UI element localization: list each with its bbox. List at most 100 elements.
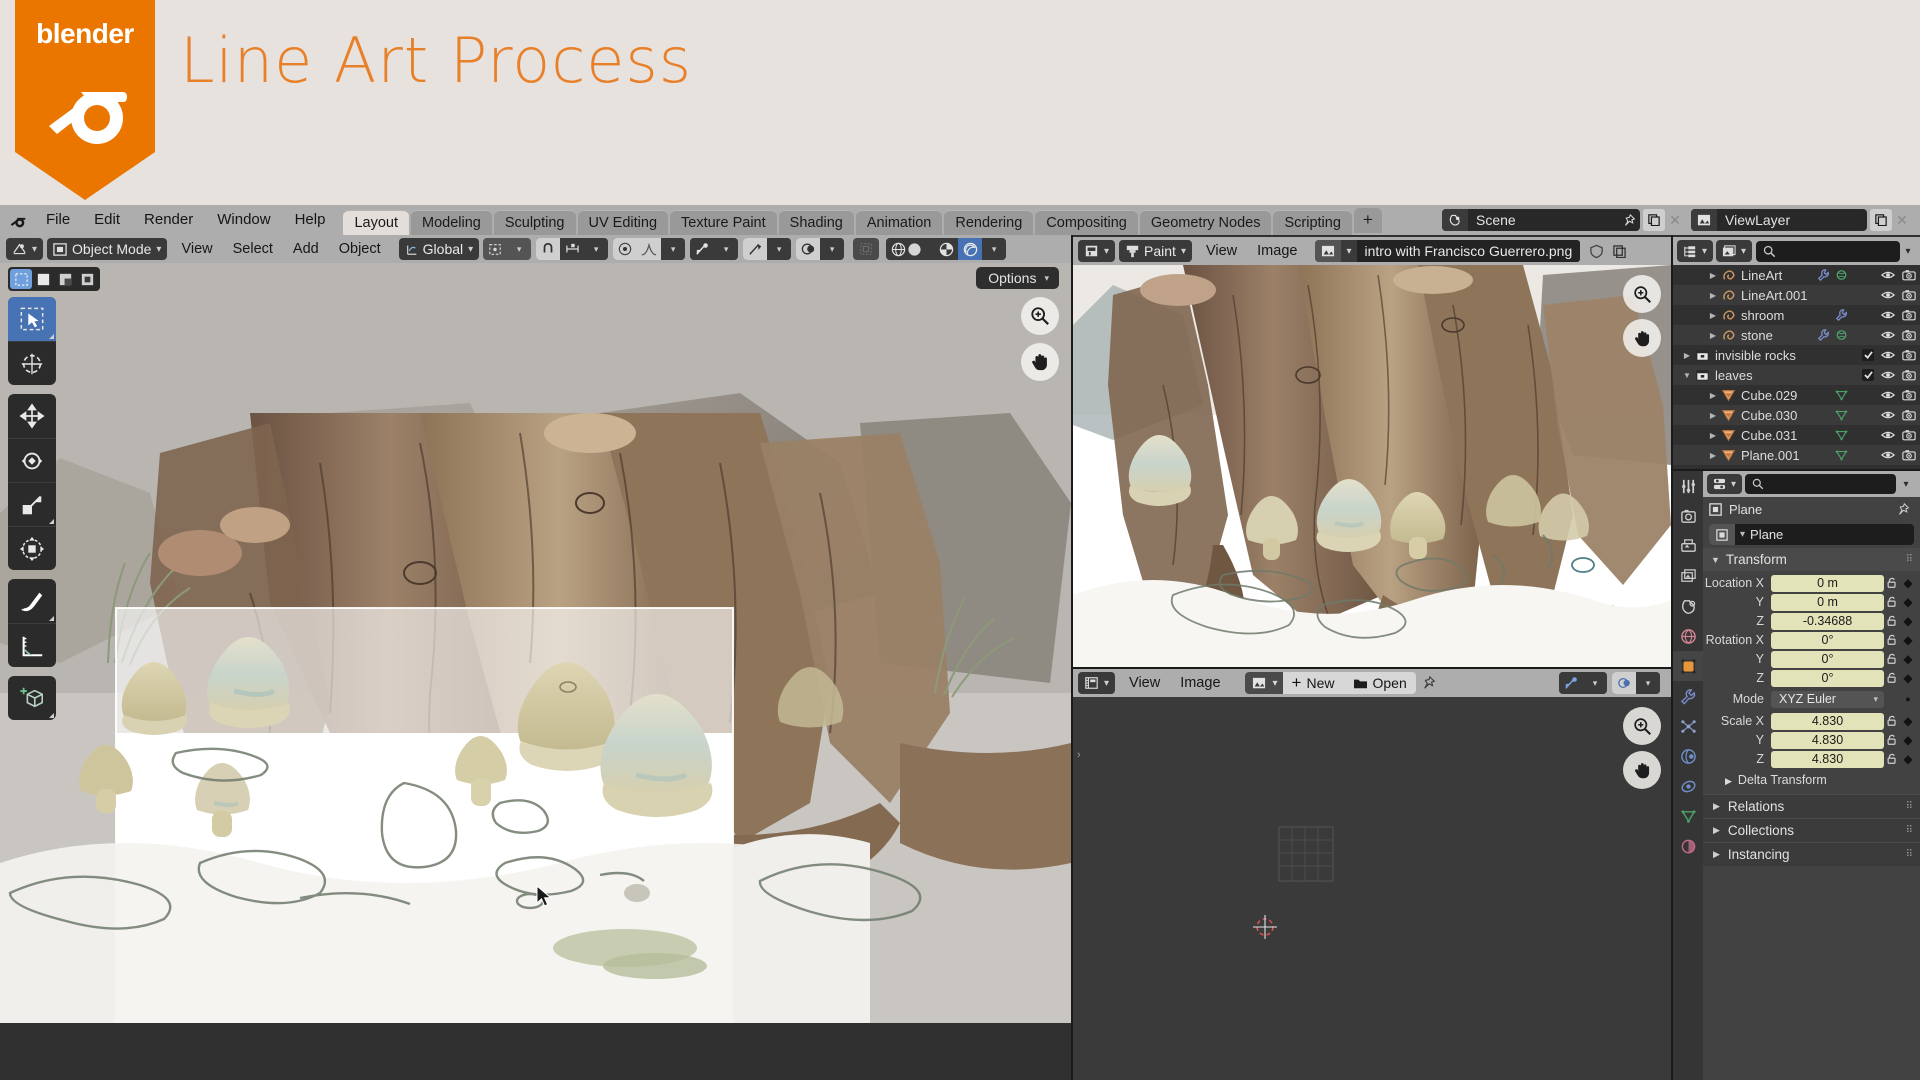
image-name[interactable]: intro with Francisco Guerrero.png xyxy=(1356,240,1581,262)
mesh-data-icon[interactable] xyxy=(1835,449,1848,461)
outliner[interactable]: ▾ ▾ ▾ ▶ LineArt ▶ LineArt.001 ▶ shroom ▶ stone ▶… xyxy=(1673,237,1920,469)
expand-arrow-icon[interactable]: ▶ xyxy=(1681,351,1693,360)
chevron-down-icon[interactable]: ▾ xyxy=(1583,672,1607,694)
material-tab[interactable] xyxy=(1673,831,1703,861)
expand-arrow-icon[interactable]: ▶ xyxy=(1707,291,1719,300)
gizmo-icon[interactable] xyxy=(690,238,715,260)
lock-icon[interactable] xyxy=(1884,577,1900,589)
select-mode-lasso[interactable] xyxy=(76,269,98,289)
menu-window[interactable]: Window xyxy=(205,205,282,235)
new-viewlayer-button[interactable] xyxy=(1870,209,1892,231)
properties-search-input[interactable] xyxy=(1745,474,1896,494)
image-editor-top-menu-image[interactable]: Image xyxy=(1247,243,1307,259)
transform-row[interactable]: Z -0.34688 ◆ xyxy=(1703,612,1920,630)
gizmo-icon[interactable] xyxy=(1559,672,1583,694)
chevron-down-icon[interactable]: ▾ xyxy=(1636,672,1660,694)
object-name-value[interactable]: Plane xyxy=(1750,527,1783,542)
outliner-row[interactable]: ▶ invisible rocks xyxy=(1673,345,1920,365)
transform-tool[interactable] xyxy=(8,526,56,570)
transform-row[interactable]: Y 0° ◆ xyxy=(1703,650,1920,668)
mesh-data-icon[interactable] xyxy=(1835,409,1848,421)
chevron-down-icon[interactable]: ▾ xyxy=(767,238,792,260)
transform-value[interactable]: 0° xyxy=(1771,669,1884,687)
blender-menu-icon[interactable] xyxy=(0,205,34,235)
viewport-menu-add[interactable]: Add xyxy=(283,241,329,257)
viewport-menu-object[interactable]: Object xyxy=(329,241,391,257)
keyframe-icon[interactable]: ◆ xyxy=(1900,595,1916,609)
editor-type-selector-outliner[interactable]: ▾ xyxy=(1677,240,1714,262)
constraints-tab[interactable] xyxy=(1673,771,1703,801)
expand-arrow-icon[interactable]: ▶ xyxy=(1707,391,1719,400)
render-toggle-icon[interactable] xyxy=(1902,429,1916,441)
add-cube-tool[interactable] xyxy=(8,676,56,720)
chevron-down-icon[interactable]: ▾ xyxy=(714,238,739,260)
modifier-icon[interactable] xyxy=(1817,329,1830,341)
show-gizmo-icon[interactable] xyxy=(853,238,880,260)
select-box-tool[interactable] xyxy=(8,297,56,341)
add-workspace-button[interactable]: + xyxy=(1353,207,1382,233)
transform-row[interactable]: Y 0 m ◆ xyxy=(1703,593,1920,611)
object-mode-selector[interactable]: Object Mode ▾ xyxy=(47,238,168,260)
cursor-tool[interactable] xyxy=(8,341,56,385)
display-mode-selector[interactable]: ▾ xyxy=(1716,240,1753,262)
transform-value[interactable]: 0 m xyxy=(1771,574,1884,592)
image-editor-bottom[interactable]: ▾ View Image ▾ + New Open ▾ ▾ › xyxy=(1073,669,1671,1080)
expand-arrow-icon[interactable]: ▶ xyxy=(1707,451,1719,460)
rotation-mode-value-wrap[interactable]: XYZ Euler ▾ xyxy=(1771,690,1884,708)
keyframe-icon[interactable]: ◆ xyxy=(1900,733,1916,747)
select-mode-box[interactable] xyxy=(32,269,54,289)
properties-filter-icon[interactable]: ▾ xyxy=(1896,479,1916,490)
render-toggle-icon[interactable] xyxy=(1902,409,1916,421)
visibility-toggle-icon[interactable] xyxy=(1881,369,1895,381)
pan-gizmo[interactable] xyxy=(1021,343,1059,381)
pan-gizmo[interactable] xyxy=(1623,751,1661,789)
render-toggle-icon[interactable] xyxy=(1902,369,1916,381)
chevron-down-icon[interactable]: ▾ xyxy=(661,238,686,260)
snap-increment-icon[interactable] xyxy=(560,238,585,260)
visibility-toggle-icon[interactable] xyxy=(1881,429,1895,441)
visibility-toggle-icon[interactable] xyxy=(1881,269,1895,281)
transform-value[interactable]: -0.34688 xyxy=(1771,612,1884,630)
lock-icon[interactable] xyxy=(1884,596,1900,608)
visibility-toggle-icon[interactable] xyxy=(1881,349,1895,361)
render-toggle-icon[interactable] xyxy=(1902,269,1916,281)
transform-value[interactable]: 0 m xyxy=(1771,593,1884,611)
new-image-button[interactable]: + New xyxy=(1283,673,1344,693)
render-toggle-icon[interactable] xyxy=(1902,289,1916,301)
keyframe-icon[interactable]: ◆ xyxy=(1900,633,1916,647)
outliner-row[interactable]: ▼ leaves xyxy=(1673,365,1920,385)
scale-tool[interactable] xyxy=(8,482,56,526)
splitter-horizontal-image[interactable] xyxy=(1073,667,1671,669)
rotate-tool[interactable] xyxy=(8,438,56,482)
image-editor-top-menu-view[interactable]: View xyxy=(1196,243,1247,259)
viewlayer-name[interactable]: ViewLayer xyxy=(1717,212,1867,228)
new-scene-button[interactable] xyxy=(1643,209,1665,231)
keyframe-dot-icon[interactable]: ● xyxy=(1900,694,1916,704)
visibility-toggle-icon[interactable] xyxy=(1881,329,1895,341)
lock-icon[interactable] xyxy=(1884,653,1900,665)
scene-name[interactable]: Scene xyxy=(1468,212,1618,228)
drag-handle-icon[interactable]: ⠿ xyxy=(1906,801,1914,812)
lock-icon[interactable] xyxy=(1884,634,1900,646)
xray-toggle-group[interactable]: ▾ xyxy=(796,238,845,260)
visibility-toggle-icon[interactable] xyxy=(1881,409,1895,421)
region-toggle-arrow[interactable]: › xyxy=(1077,749,1081,761)
workspace-tab-shading[interactable]: Shading xyxy=(778,210,854,235)
viewport3d[interactable]: Options ▾ xyxy=(0,263,1071,1023)
select-mode-group[interactable] xyxy=(8,267,100,291)
image-datablock-selector[interactable]: ▾ intro with Francisco Guerrero.png xyxy=(1315,240,1581,262)
object-tab[interactable] xyxy=(1673,651,1703,681)
scale-row[interactable]: Scale X 4.830 ◆ xyxy=(1703,712,1920,730)
viewport-overlay-group[interactable]: ▾ xyxy=(743,238,792,260)
render-toggle-icon[interactable] xyxy=(1902,389,1916,401)
outliner-search-input[interactable] xyxy=(1756,240,1900,262)
drag-handle-icon[interactable]: ⠿ xyxy=(1906,849,1914,860)
outliner-row[interactable]: ▶ Plane.001 xyxy=(1673,445,1920,465)
outliner-row[interactable]: ▶ shroom xyxy=(1673,305,1920,325)
pivot-point-icon[interactable] xyxy=(483,238,507,260)
outliner-tree[interactable]: ▶ LineArt ▶ LineArt.001 ▶ shroom ▶ stone ▶ invisi… xyxy=(1673,265,1920,469)
visibility-toggle-icon[interactable] xyxy=(1881,389,1895,401)
workspace-tab-modeling[interactable]: Modeling xyxy=(411,210,492,235)
scale-value[interactable]: 4.830 xyxy=(1771,712,1884,730)
editor-type-selector-uv[interactable]: ▾ xyxy=(1078,672,1116,694)
